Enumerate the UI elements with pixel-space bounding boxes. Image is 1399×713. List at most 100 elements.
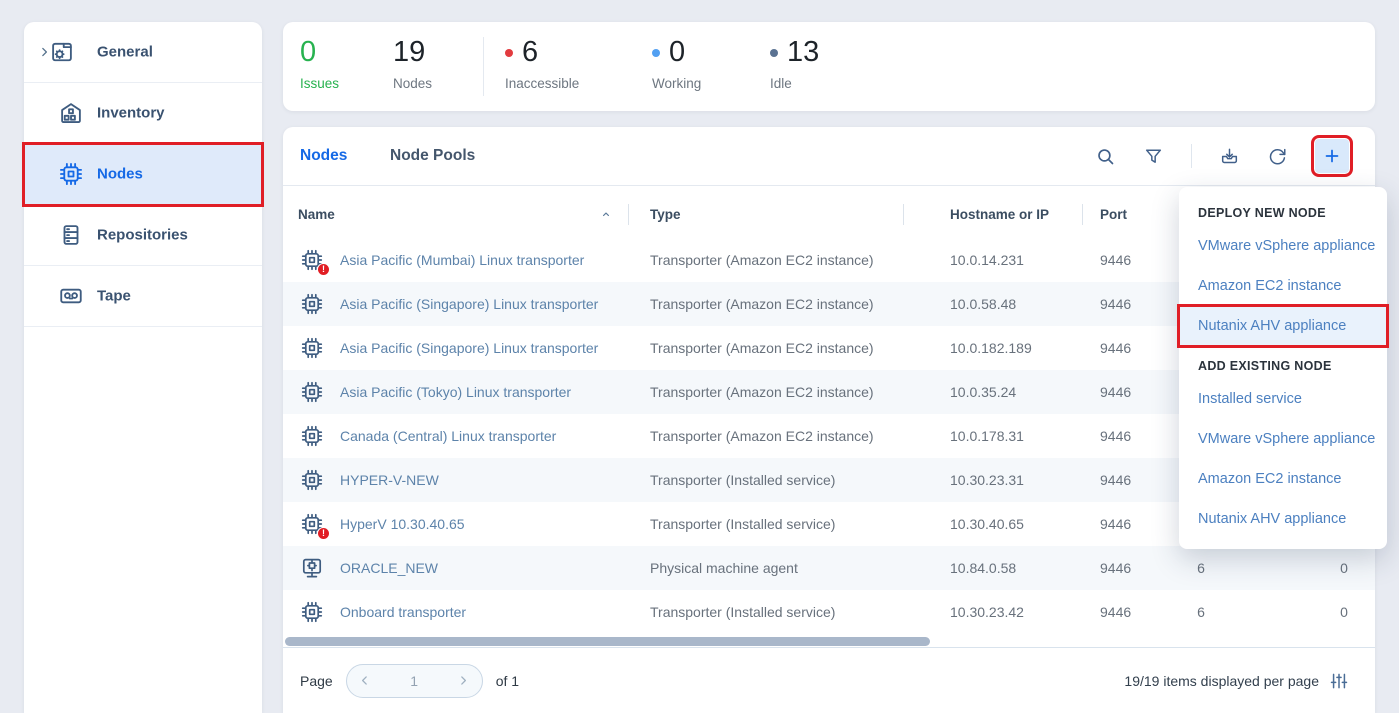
repositories-icon [58, 222, 84, 248]
menu-item-nutanix-ahv-appliance[interactable]: Nutanix AHV appliance [1179, 499, 1387, 539]
node-port-cell: 9446 [1100, 516, 1160, 532]
pagination-control: 1 [346, 664, 483, 698]
chip-icon: ! [300, 248, 324, 272]
page-label: Page [300, 673, 333, 689]
node-hostname-cell: 10.0.178.31 [950, 428, 1090, 444]
stat-label: Issues [300, 76, 339, 91]
chip-icon: ! [300, 512, 324, 536]
stat-value-row: 6 [505, 35, 579, 70]
node-hostname-cell: 10.84.0.58 [950, 560, 1090, 576]
node-name-link[interactable]: Onboard transporter [340, 604, 640, 620]
add-node-button[interactable] [1315, 139, 1349, 173]
node-hostname-cell: 10.30.23.31 [950, 472, 1090, 488]
sidebar-item-nodes[interactable]: Nodes [24, 144, 262, 205]
filter-icon[interactable] [1143, 146, 1164, 167]
column-header-type[interactable]: Type [650, 196, 681, 232]
column-divider [628, 204, 629, 225]
stat-value-row: 13 [770, 35, 819, 70]
menu-item-installed-service[interactable]: Installed service [1179, 379, 1387, 419]
tape-icon [58, 283, 84, 309]
inventory-icon [58, 100, 84, 126]
status-dot-icon [652, 49, 660, 57]
chip-icon [300, 336, 324, 360]
node-hostname-cell: 10.0.58.48 [950, 296, 1090, 312]
page-number-input[interactable]: 1 [383, 673, 446, 689]
stat-value: 0 [300, 38, 316, 67]
column-header-name[interactable]: Name [298, 196, 335, 232]
stat-value-row: 19 [393, 35, 432, 70]
stat-label: Inaccessible [505, 76, 579, 91]
plus-icon [1322, 146, 1342, 166]
nodes-page: General Inventory Nodes Repositories Tape 0 I… [0, 0, 1399, 713]
chip-icon [300, 380, 324, 404]
sidebar: General Inventory Nodes Repositories Tape [24, 22, 262, 713]
toolbar [1095, 127, 1349, 185]
node-port-cell: 9446 [1100, 560, 1160, 576]
sidebar-item-inventory[interactable]: Inventory [24, 83, 262, 144]
node-port-cell: 9446 [1100, 340, 1160, 356]
column-divider [903, 204, 904, 225]
toolbar-divider [1191, 144, 1192, 168]
sidebar-item-label: General [97, 44, 153, 61]
node-name-link[interactable]: HyperV 10.30.40.65 [340, 516, 640, 532]
column-divider [1082, 204, 1083, 225]
node-extra-cell: 6 [1179, 604, 1223, 620]
node-type-cell: Physical machine agent [650, 560, 940, 576]
sort-ascending-icon[interactable] [599, 207, 613, 221]
chip-icon [300, 468, 324, 492]
previous-page-button[interactable] [347, 665, 383, 697]
refresh-icon[interactable] [1267, 146, 1288, 167]
node-port-cell: 9446 [1100, 296, 1160, 312]
node-name-link[interactable]: Canada (Central) Linux transporter [340, 428, 640, 444]
stats-divider [483, 37, 484, 96]
node-port-cell: 9446 [1100, 252, 1160, 268]
stat-value: 0 [669, 38, 685, 67]
menu-section-title: ADD EXISTING NODE [1179, 346, 1387, 379]
menu-item-vmware-vsphere-appliance[interactable]: VMware vSphere appliance [1179, 226, 1387, 266]
add-node-menu: DEPLOY NEW NODEVMware vSphere applianceA… [1179, 187, 1387, 549]
stat-label: Idle [770, 76, 819, 91]
chip-icon [300, 292, 324, 316]
sidebar-item-label: Repositories [97, 227, 188, 244]
stat-nodes: 19Nodes [393, 22, 432, 111]
tab-nodes[interactable]: Nodes [300, 127, 347, 185]
menu-item-amazon-ec2-instance[interactable]: Amazon EC2 instance [1179, 459, 1387, 499]
node-name-link[interactable]: HYPER-V-NEW [340, 472, 640, 488]
column-header-port[interactable]: Port [1100, 196, 1127, 232]
table-row[interactable]: Onboard transporter Transporter (Installe… [283, 590, 1375, 634]
sidebar-item-general[interactable]: General [24, 22, 262, 83]
column-header-hostname-or-ip[interactable]: Hostname or IP [950, 196, 1049, 232]
node-name-link[interactable]: Asia Pacific (Singapore) Linux transport… [340, 340, 640, 356]
sidebar-item-label: Inventory [97, 105, 165, 122]
chip-icon [58, 161, 84, 187]
export-icon[interactable] [1219, 146, 1240, 167]
items-per-page-icon[interactable] [1329, 671, 1349, 691]
stat-value-row: 0 [652, 35, 701, 70]
status-dot-icon [505, 49, 513, 57]
sidebar-item-tape[interactable]: Tape [24, 266, 262, 327]
stat-value: 13 [787, 38, 819, 67]
node-name-link[interactable]: Asia Pacific (Tokyo) Linux transporter [340, 384, 640, 400]
table-row[interactable]: ORACLE_NEW Physical machine agent 10.84.0.… [283, 546, 1375, 590]
chip-icon [300, 600, 324, 624]
error-badge-icon: ! [317, 527, 330, 540]
menu-item-amazon-ec2-instance[interactable]: Amazon EC2 instance [1179, 266, 1387, 306]
chevron-right-icon [456, 673, 471, 688]
node-name-link[interactable]: ORACLE_NEW [340, 560, 640, 576]
stat-issues: 0 Issues [300, 22, 339, 111]
tab-node-pools[interactable]: Node Pools [390, 127, 475, 185]
sidebar-item-repositories[interactable]: Repositories [24, 205, 262, 266]
node-type-cell: Transporter (Installed service) [650, 604, 940, 620]
node-type-cell: Transporter (Amazon EC2 instance) [650, 252, 940, 268]
scrollbar-thumb[interactable] [285, 637, 930, 646]
node-name-link[interactable]: Asia Pacific (Singapore) Linux transport… [340, 296, 640, 312]
search-icon[interactable] [1095, 146, 1116, 167]
stats-card: 0Issues19Nodes6Inaccessible0Working13Idl… [283, 22, 1375, 111]
node-name-link[interactable]: Asia Pacific (Mumbai) Linux transporter [340, 252, 640, 268]
menu-item-nutanix-ahv-appliance[interactable]: Nutanix AHV appliance [1179, 306, 1387, 346]
node-type-cell: Transporter (Installed service) [650, 472, 940, 488]
next-page-button[interactable] [446, 665, 482, 697]
node-hostname-cell: 10.0.182.189 [950, 340, 1090, 356]
menu-section-title: DEPLOY NEW NODE [1179, 193, 1387, 226]
menu-item-vmware-vsphere-appliance[interactable]: VMware vSphere appliance [1179, 419, 1387, 459]
